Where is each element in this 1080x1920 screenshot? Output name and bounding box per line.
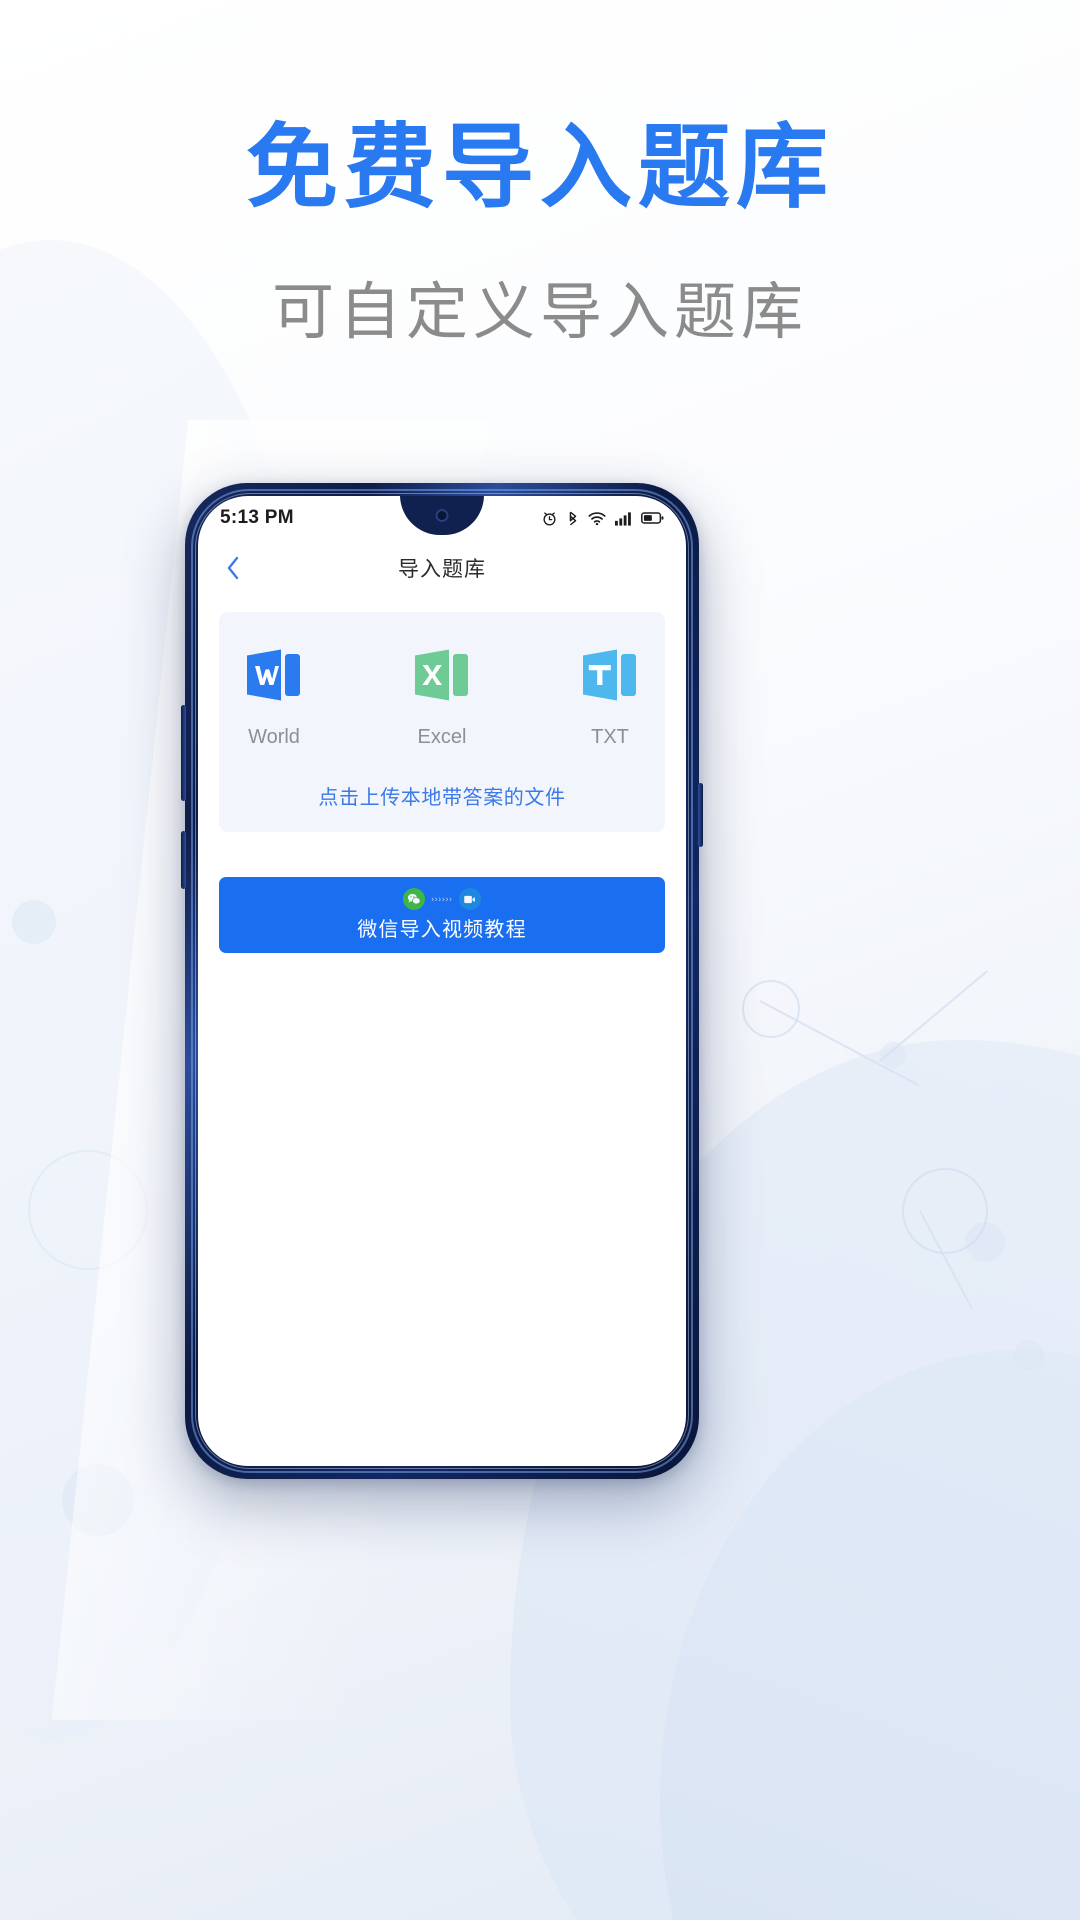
background-ring [742,980,800,1038]
battery-icon [641,512,664,524]
wechat-tutorial-button[interactable]: ›››››› 微信导入视频教程 [219,877,665,953]
status-bar-time: 5:13 PM [220,507,294,528]
wifi-icon [588,511,606,525]
cellular-signal-icon [615,511,631,526]
front-camera-icon [435,509,449,522]
page-title: 导入题库 [398,558,486,581]
file-type-label: World [248,726,300,748]
promo-headline: 免费导入题库 [245,117,834,219]
file-type-label: Excel [417,726,467,748]
status-bar-icons [541,510,664,527]
app-navigation-bar: 导入题库 [198,540,686,596]
power-button[interactable] [181,831,186,889]
video-icon [458,888,481,910]
file-type-txt[interactable]: TXT [564,638,656,749]
promo-text-block: 免费导入题库 可自定义导入题库 [0,117,1080,348]
file-type-list: World Excel TXT [219,638,665,749]
file-type-excel[interactable]: Excel [396,638,488,749]
wechat-icon [403,888,425,910]
side-button-right[interactable] [698,783,703,847]
background-dot [800,1760,854,1814]
txt-file-icon [564,638,656,712]
file-type-label: TXT [591,726,629,748]
bluetooth-icon [569,511,577,525]
upload-card[interactable]: World Excel TXT 点击上传本地带答案的文件 [219,612,665,832]
background-dot [12,900,56,944]
file-type-word[interactable]: World [228,638,320,749]
arrow-dots-icon: ›››››› [431,894,453,904]
background-ring [902,1168,988,1254]
word-file-icon [228,638,320,712]
promo-subheadline: 可自定义导入题库 [271,279,808,348]
excel-file-icon [396,638,488,712]
alarm-icon [543,511,556,525]
upload-hint-text[interactable]: 点击上传本地带答案的文件 [219,781,665,810]
background-dot [1014,1340,1044,1370]
phone-screen: 5:13 PM 导入题库 World Excel TXT 点击上传本地带答案的文… [198,496,686,1466]
phone-mockup: 5:13 PM 导入题库 World Excel TXT 点击上传本地带答案的文… [181,483,703,1479]
wechat-tutorial-label: 微信导入视频教程 [357,919,527,941]
volume-button[interactable] [181,705,186,801]
wechat-tutorial-badges: ›››››› [403,888,481,910]
